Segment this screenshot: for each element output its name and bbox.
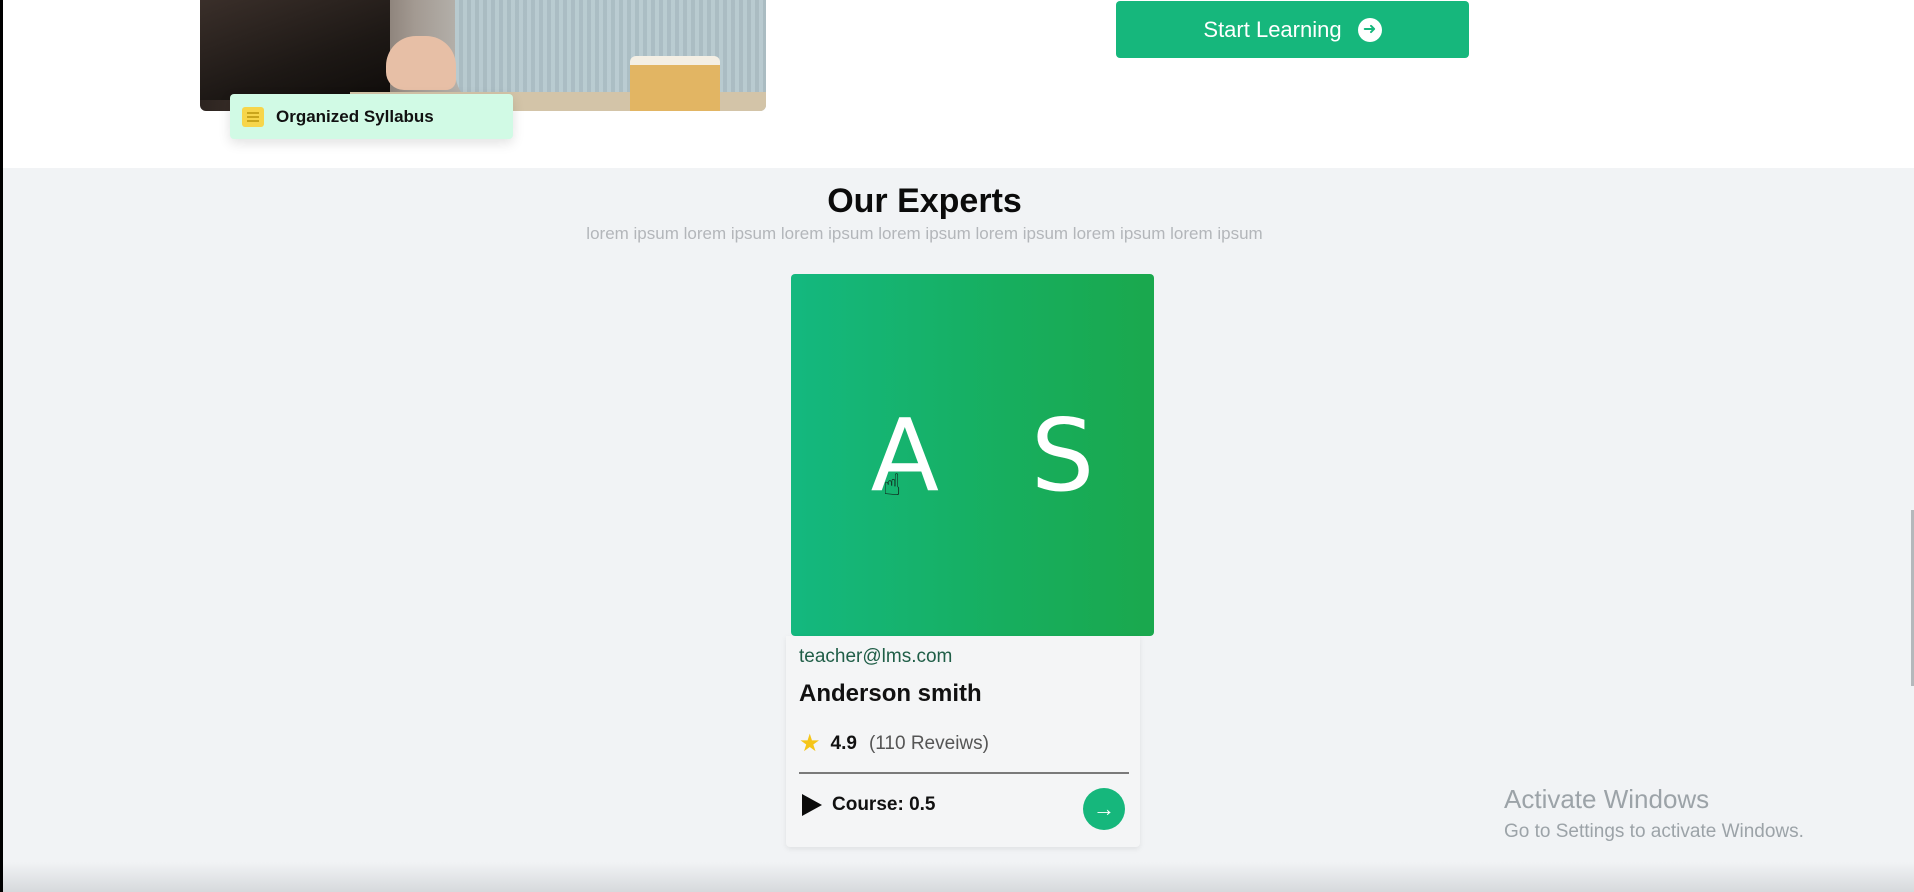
list-icon	[242, 106, 264, 127]
course-count: Course: 0.5	[832, 794, 936, 815]
expert-name: Anderson smith	[799, 680, 982, 707]
section-subtitle: lorem ipsum lorem ipsum lorem ipsum lore…	[586, 224, 1263, 243]
expert-avatar: A S	[791, 274, 1154, 636]
hand-graphic	[386, 36, 456, 90]
rating-value: 4.9	[830, 733, 857, 754]
play-icon	[802, 794, 822, 816]
arrow-right-circle-icon: ➜	[1357, 17, 1382, 42]
reviews-count: (110 Reveiws)	[868, 733, 989, 754]
view-expert-button[interactable]: →	[1083, 788, 1125, 830]
star-icon: ★	[799, 730, 821, 757]
laptop-graphic	[200, 0, 390, 100]
start-learning-button[interactable]: Start Learning ➜	[1116, 1, 1469, 58]
expert-card-body: teacher@lms.com Anderson smith ★ 4.9 (11…	[786, 636, 1140, 847]
rating-row: ★ 4.9 (110 Reveiws)	[799, 732, 989, 756]
section-title: Our Experts	[827, 182, 1022, 220]
hand-cursor-icon: ☝	[883, 469, 902, 502]
divider	[799, 772, 1129, 774]
cup-graphic	[630, 56, 720, 111]
organized-syllabus-badge: Organized Syllabus	[230, 94, 513, 139]
activate-windows-notice: Activate Windows Go to Settings to activ…	[1504, 784, 1804, 843]
activate-windows-title: Activate Windows	[1504, 784, 1710, 814]
page: Organized Syllabus Start Learning ➜ Our …	[3, 0, 1914, 892]
start-learning-label: Start Learning	[1203, 16, 1342, 42]
badge-label: Organized Syllabus	[276, 106, 434, 126]
expert-card[interactable]: A S teacher@lms.com Anderson smith ★ 4.9…	[783, 274, 1154, 847]
activate-windows-subtitle: Go to Settings to activate Windows.	[1504, 821, 1804, 842]
expert-email: teacher@lms.com	[799, 646, 953, 667]
bottom-fade	[3, 862, 1914, 892]
course-row: Course: 0.5	[802, 794, 935, 816]
avatar-initials: A S	[870, 396, 1125, 514]
arrow-right-icon: →	[1093, 796, 1115, 821]
